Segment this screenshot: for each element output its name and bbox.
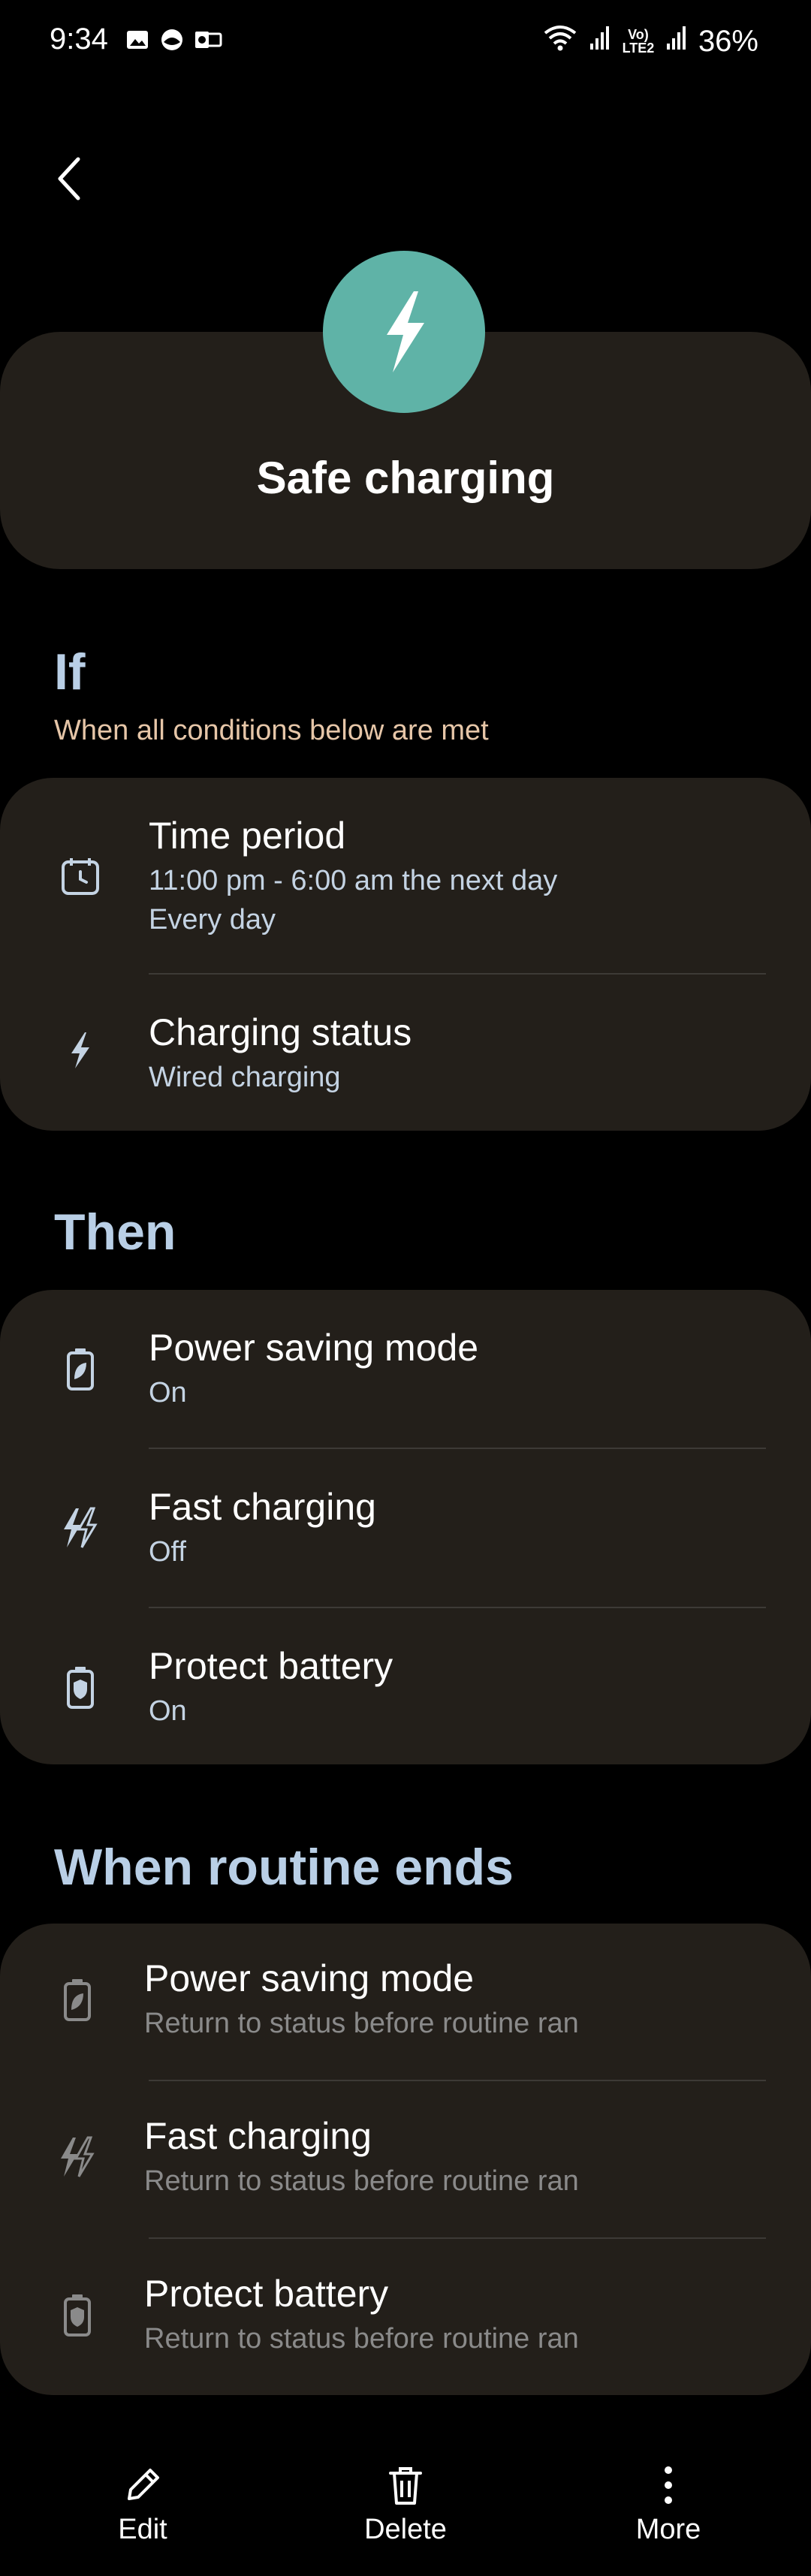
outlook-notification-icon xyxy=(194,27,222,53)
end-action-title: Protect battery xyxy=(144,2273,389,2315)
when-routine-ends-heading: When routine ends xyxy=(54,1839,514,1896)
trash-icon xyxy=(389,2467,422,2505)
end-action-value: Return to status before routine ran xyxy=(144,2165,579,2197)
action-title: Fast charging xyxy=(149,1486,376,1528)
end-action-fast-charging: Fast charging Return to status before ro… xyxy=(0,2081,811,2237)
edit-label: Edit xyxy=(118,2514,167,2545)
volte-lte-icon: Vo) LTE2 xyxy=(622,28,655,55)
app-notification-icon xyxy=(159,27,185,53)
protect-battery-icon xyxy=(51,2288,104,2341)
fast-charging-icon xyxy=(51,2131,104,2183)
notification-icons xyxy=(125,27,222,53)
more-vertical-icon xyxy=(665,2466,672,2504)
if-heading: If xyxy=(54,643,86,700)
status-time: 9:34 xyxy=(50,23,108,56)
condition-repeat: Every day xyxy=(149,904,276,935)
clock-calendar-icon xyxy=(54,850,107,902)
end-action-title: Fast charging xyxy=(144,2115,372,2157)
action-title: Protect battery xyxy=(149,1645,393,1687)
if-subtitle: When all conditions below are met xyxy=(54,715,489,746)
status-right: Vo) LTE2 36% xyxy=(542,23,758,60)
routine-title: Safe charging xyxy=(256,453,555,503)
condition-charging-status[interactable]: Charging status Wired charging xyxy=(0,975,811,1131)
condition-title: Charging status xyxy=(149,1011,412,1053)
gallery-notification-icon xyxy=(125,27,150,53)
action-fast-charging[interactable]: Fast charging Off xyxy=(0,1449,811,1607)
signal-icon-2 xyxy=(665,24,688,59)
signal-icon-1 xyxy=(589,24,611,59)
delete-button[interactable]: Delete xyxy=(330,2463,481,2546)
delete-label: Delete xyxy=(364,2514,447,2545)
condition-title: Time period xyxy=(149,815,346,857)
action-value: On xyxy=(149,1695,187,1727)
network-label: Vo) LTE2 xyxy=(622,27,655,56)
edit-button[interactable]: Edit xyxy=(68,2463,218,2546)
action-power-saving[interactable]: Power saving mode On xyxy=(0,1290,811,1448)
bottom-action-bar: Edit Delete More xyxy=(0,2448,811,2576)
end-action-title: Power saving mode xyxy=(144,1957,475,1999)
battery-percentage: 36% xyxy=(698,24,758,58)
end-action-power-saving: Power saving mode Return to status befor… xyxy=(0,1924,811,2080)
condition-value: Wired charging xyxy=(149,1062,341,1093)
pencil-icon xyxy=(128,2469,159,2500)
action-protect-battery[interactable]: Protect battery On xyxy=(0,1608,811,1764)
end-action-protect-battery: Protect battery Return to status before … xyxy=(0,2239,811,2395)
condition-time-period[interactable]: Time period 11:00 pm - 6:00 am the next … xyxy=(0,778,811,973)
back-arrow-icon xyxy=(58,157,80,200)
more-label: More xyxy=(635,2514,701,2545)
status-bar: 9:34 Vo) LTE2 36% xyxy=(0,0,811,90)
more-button[interactable]: More xyxy=(593,2463,743,2546)
power-saving-battery-icon xyxy=(54,1342,107,1395)
then-heading: Then xyxy=(54,1204,176,1261)
lightning-bolt-icon xyxy=(323,251,485,413)
action-value: On xyxy=(149,1377,187,1409)
protect-battery-icon xyxy=(54,1661,107,1713)
condition-time-range: 11:00 pm - 6:00 am the next day xyxy=(149,865,558,896)
fast-charging-icon xyxy=(54,1502,107,1554)
action-title: Power saving mode xyxy=(149,1327,479,1369)
power-saving-battery-icon xyxy=(51,1973,104,2026)
action-value: Off xyxy=(149,1536,186,1568)
end-action-value: Return to status before routine ran xyxy=(144,2323,579,2355)
back-button[interactable] xyxy=(47,150,92,207)
end-action-value: Return to status before routine ran xyxy=(144,2008,579,2039)
charging-bolt-icon xyxy=(54,1024,107,1077)
wifi-icon xyxy=(542,23,578,60)
